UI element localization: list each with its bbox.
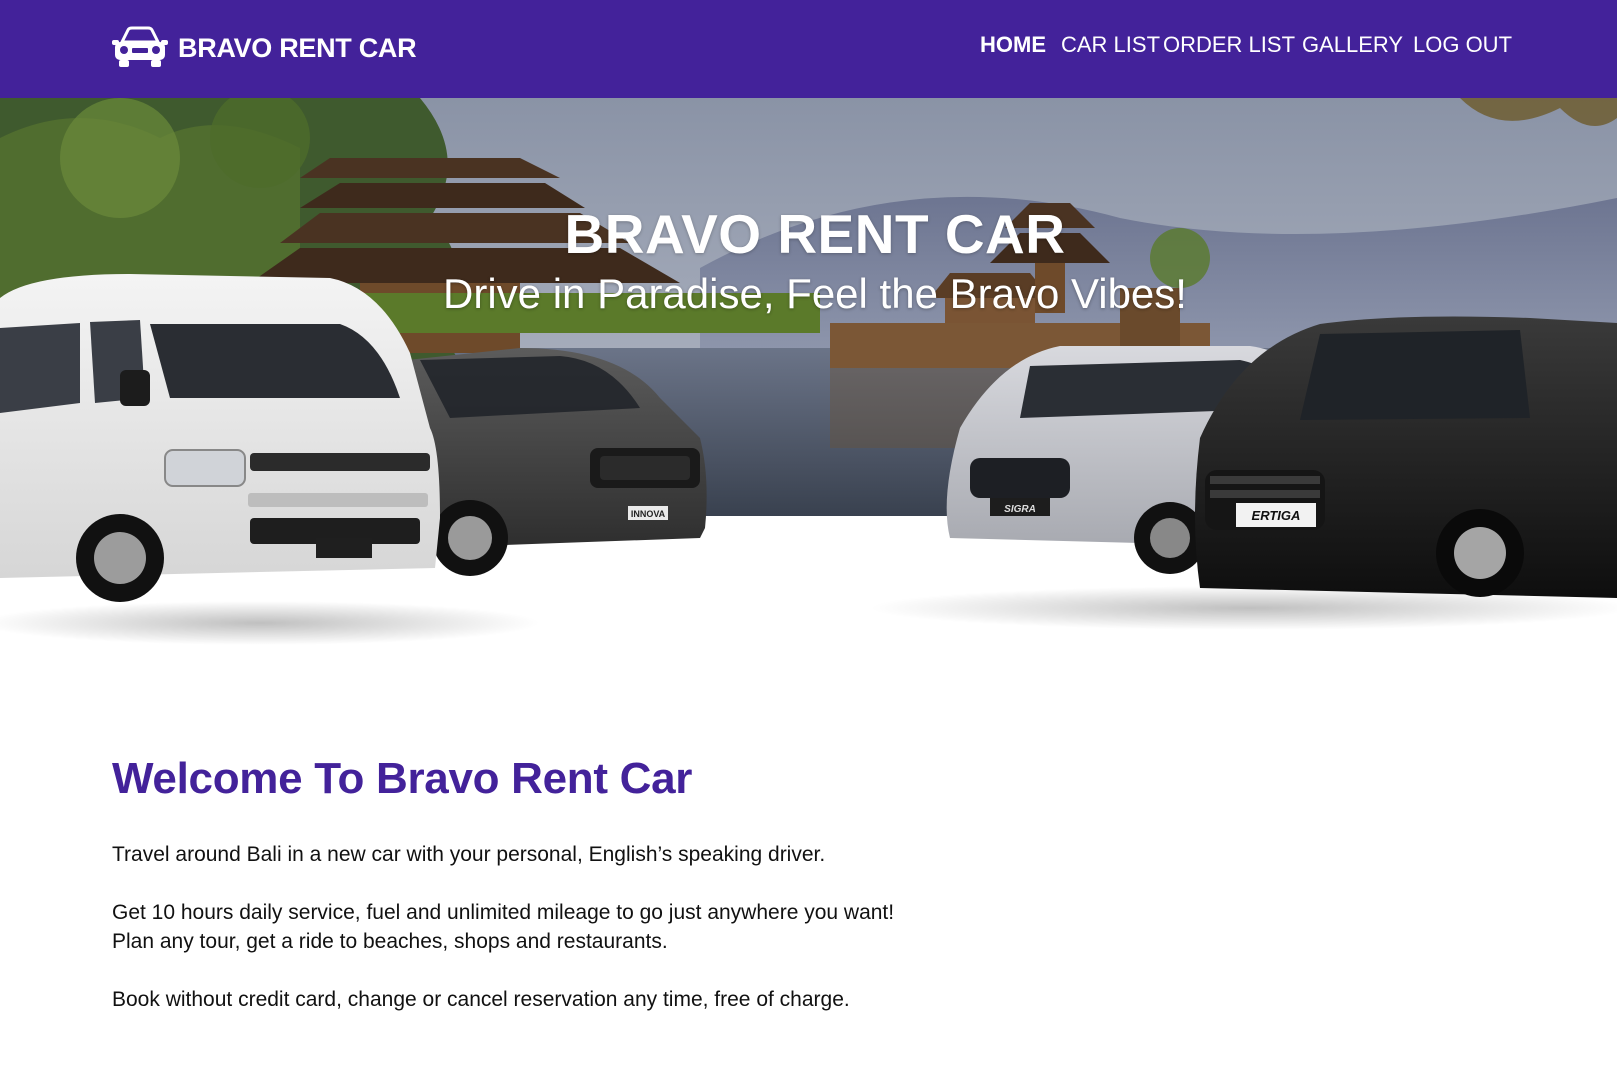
brand-name: BRAVO RENT CAR: [178, 32, 417, 63]
sigra-badge: SIGRA: [1004, 504, 1036, 515]
brand-logo-link[interactable]: BRAVO RENT CAR: [112, 26, 417, 70]
booking-paragraph: Book without credit card, change or canc…: [112, 988, 850, 1011]
service-paragraph-line-2: Plan any tour, get a ride to beaches, sh…: [112, 930, 668, 953]
car-icon: [112, 26, 168, 67]
hero-banner: INNOVA SIGRA ERTIGA BRAVO RENT CAR Drive…: [0, 98, 1617, 658]
top-navbar: BRAVO RENT CAR HOME CAR LIST ORDER LIST …: [0, 0, 1617, 98]
welcome-heading: Welcome To Bravo Rent Car: [112, 754, 693, 803]
ertiga-badge: ERTIGA: [1252, 508, 1301, 523]
hero-subtitle: Drive in Paradise, Feel the Bravo Vibes!: [443, 270, 1187, 317]
intro-paragraph: Travel around Bali in a new car with you…: [112, 843, 826, 866]
innova-badge: INNOVA: [631, 509, 666, 519]
hiace-van-graphic: [0, 274, 440, 602]
nav-log-out[interactable]: LOG OUT: [1413, 30, 1512, 60]
nav-order-list[interactable]: ORDER LIST: [1163, 30, 1295, 60]
nav-home[interactable]: HOME: [980, 30, 1046, 60]
ertiga-car-graphic: ERTIGA: [1195, 316, 1617, 598]
nav-car-list[interactable]: CAR LIST: [1061, 30, 1160, 60]
nav-gallery[interactable]: GALLERY: [1302, 30, 1403, 60]
service-paragraph-line-1: Get 10 hours daily service, fuel and unl…: [112, 901, 895, 924]
hero-cars-image: INNOVA SIGRA ERTIGA: [0, 274, 1617, 645]
hero-title: BRAVO RENT CAR: [564, 203, 1066, 265]
